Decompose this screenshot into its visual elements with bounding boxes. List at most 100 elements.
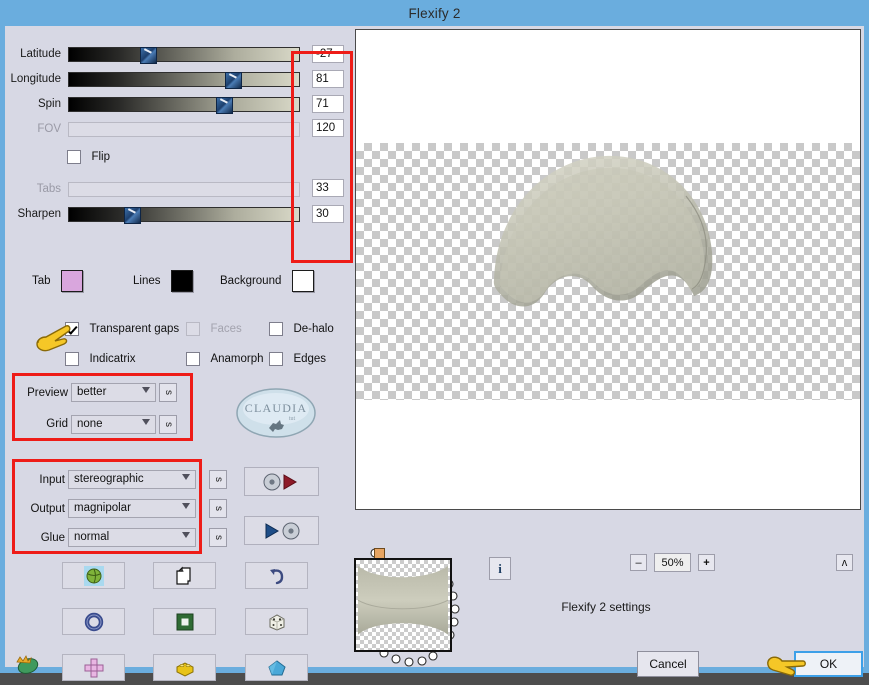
output-select[interactable]: magnipolar	[68, 499, 196, 518]
disc-play-red-icon	[263, 473, 297, 490]
preview-swap-label: s	[162, 390, 174, 395]
copy-page-button[interactable]	[153, 562, 216, 589]
background-color-group: Background	[220, 270, 314, 292]
grid-label: Grid	[46, 418, 68, 430]
edges-checkbox[interactable]	[269, 351, 283, 366]
chevron-down-icon	[142, 387, 150, 393]
glue-swap-button[interactable]: s	[209, 528, 227, 547]
flip-checkbox[interactable]	[67, 149, 81, 164]
checkbox-indicatrix[interactable]: Indicatrix	[65, 350, 135, 368]
preview-canvas[interactable]	[355, 29, 861, 510]
slider-track-sharpen[interactable]	[68, 206, 300, 224]
input-swap-button[interactable]: s	[209, 470, 227, 489]
background-color-swatch[interactable]	[291, 270, 314, 292]
grid-select[interactable]: none	[71, 415, 156, 434]
grid-swap-button[interactable]: s	[159, 415, 177, 434]
brick-button[interactable]	[153, 654, 216, 681]
output-swap-button[interactable]: s	[209, 499, 227, 518]
export-settings-button[interactable]	[244, 516, 319, 545]
slider-label-sharpen: Sharpen	[17, 208, 61, 220]
slider-value-spin[interactable]: 71	[312, 95, 344, 113]
svg-text:tut: tut	[289, 416, 296, 422]
slider-label-longitude: Longitude	[10, 73, 61, 85]
frame-button[interactable]	[153, 608, 216, 635]
slider-value-fov[interactable]: 120	[312, 119, 344, 137]
tab-color-group: Tab	[32, 270, 83, 292]
slider-track-longitude[interactable]	[68, 71, 300, 89]
input-label: Input	[39, 474, 65, 486]
slider-thumb-latitude[interactable]	[140, 46, 158, 64]
chevron-down-icon	[142, 419, 150, 425]
checkbox-anamorph[interactable]: Anamorph	[186, 350, 264, 368]
tab-color-swatch[interactable]	[61, 270, 83, 292]
slider-value-latitude[interactable]: -27	[312, 45, 344, 63]
projected-shape	[493, 155, 713, 307]
yellow-brick-icon	[176, 661, 193, 677]
slider-value-tabs[interactable]: 33	[312, 179, 344, 197]
de-halo-checkbox[interactable]	[269, 321, 283, 336]
window-body: Latitude -27 Longitude 81 Spin 71 FOV 12…	[5, 26, 864, 681]
settings-pane: Latitude -27 Longitude 81 Spin 71 FOV 12…	[5, 26, 353, 681]
slider-row-spin: Spin	[5, 95, 300, 114]
slider-track-spin[interactable]	[68, 96, 300, 114]
chevron-down-icon	[182, 532, 190, 538]
glue-swap-label: s	[212, 535, 224, 540]
play-blue-disc-icon	[265, 522, 299, 539]
checkbox-de-halo[interactable]: De-halo	[269, 320, 334, 338]
pages-icon	[175, 566, 191, 585]
slider-value-longitude[interactable]: 81	[312, 70, 344, 88]
zoom-level-value: 50%	[661, 556, 684, 569]
grid-swap-label: s	[162, 422, 174, 427]
slider-track-latitude[interactable]	[68, 46, 300, 64]
claudia-watermark: CLAUDIA tut	[236, 388, 316, 438]
cross-net-button[interactable]	[62, 654, 125, 681]
checkbox-transparent-gaps[interactable]: Transparent gaps	[65, 320, 179, 338]
flip-checkbox-row[interactable]: Flip	[67, 148, 110, 166]
slider-value-sharpen[interactable]: 30	[312, 205, 344, 223]
flip-label: Flip	[91, 150, 110, 163]
dice-icon	[269, 613, 284, 631]
glue-select[interactable]: normal	[68, 528, 196, 547]
preview-select[interactable]: better	[71, 383, 156, 402]
background-color-label: Background	[220, 275, 282, 287]
slider-label-fov: FOV	[37, 123, 61, 135]
slider-thumb-sharpen[interactable]	[124, 206, 142, 224]
slider-row-tabs: Tabs	[5, 180, 300, 198]
zoom-in-button[interactable]: +	[698, 554, 715, 571]
output-label: Output	[30, 503, 65, 515]
checkbox-edges[interactable]: Edges	[269, 350, 326, 368]
slider-row-latitude: Latitude	[5, 45, 300, 64]
slider-row-sharpen: Sharpen	[5, 205, 300, 224]
cancel-button[interactable]: Cancel	[637, 651, 699, 677]
anamorph-label: Anamorph	[210, 352, 264, 365]
torus-button[interactable]	[62, 608, 125, 635]
slider-row-longitude: Longitude	[5, 70, 300, 89]
chevron-down-icon	[182, 503, 190, 509]
undo-button[interactable]	[245, 562, 308, 589]
slider-thumb-spin[interactable]	[216, 96, 234, 114]
preview-label: Preview	[27, 387, 68, 399]
grid-select-value: none	[77, 418, 103, 430]
input-select[interactable]: stereographic	[68, 470, 196, 489]
import-settings-button[interactable]	[244, 467, 319, 496]
collapse-panel-button[interactable]: ʌ	[836, 554, 853, 571]
anamorph-checkbox[interactable]	[186, 351, 200, 366]
blue-gem-icon	[267, 659, 286, 675]
polyhedron-button[interactable]	[245, 654, 308, 681]
load-image-button[interactable]	[62, 562, 125, 589]
slider-thumb-longitude[interactable]	[225, 71, 243, 89]
faces-label: Faces	[210, 322, 242, 335]
info-button[interactable]: i	[489, 557, 511, 580]
zoom-out-button[interactable]: –	[630, 554, 647, 571]
slider-label-spin: Spin	[37, 98, 61, 110]
color-swatch-row: Tab Lines Background	[5, 270, 353, 296]
zoom-level-field[interactable]: 50%	[654, 553, 691, 572]
zoom-out-label: –	[635, 556, 642, 569]
lines-color-swatch[interactable]	[170, 270, 193, 292]
de-halo-label: De-halo	[293, 322, 334, 335]
indicatrix-label: Indicatrix	[89, 352, 136, 365]
preview-swap-button[interactable]: s	[159, 383, 177, 402]
cancel-label: Cancel	[649, 657, 687, 671]
tab-color-label: Tab	[32, 275, 51, 287]
random-button[interactable]	[245, 608, 308, 635]
